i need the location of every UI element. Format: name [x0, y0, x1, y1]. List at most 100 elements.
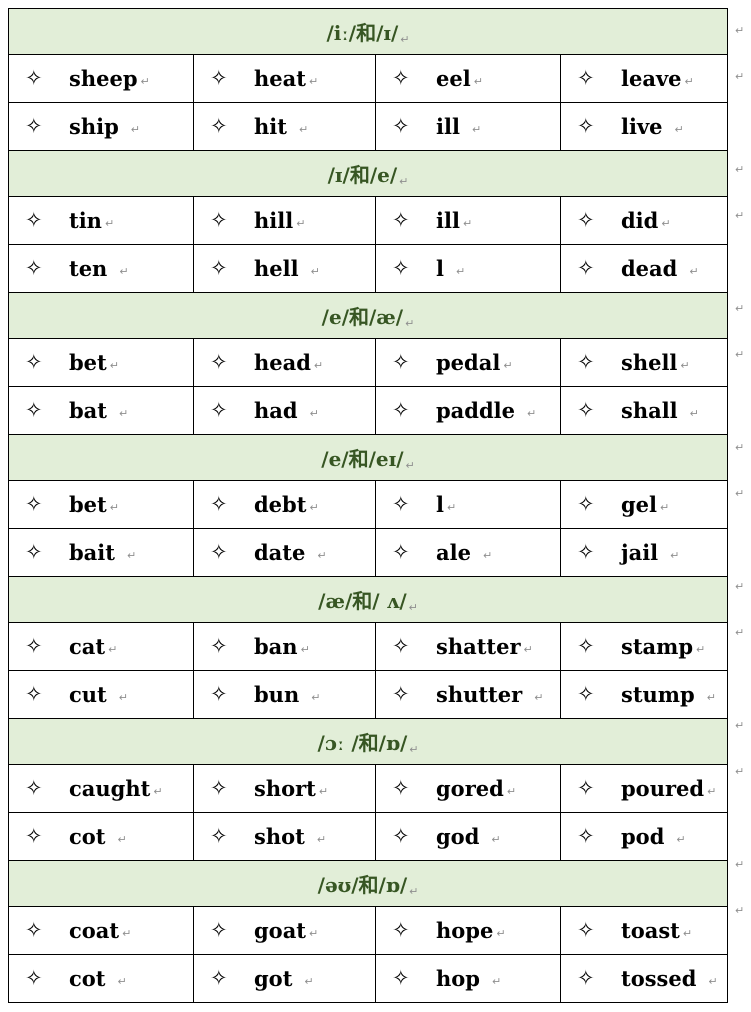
- paragraph-return-mark: ↵: [735, 24, 745, 37]
- word-cell-inner: ✧ dead ↵: [561, 245, 727, 292]
- word-cell[interactable]: ✧ did ↵: [559, 196, 729, 245]
- word-cell[interactable]: ✧ short ↵: [193, 764, 376, 813]
- word-label: l: [436, 492, 444, 517]
- word-cell[interactable]: ✧ ban ↵: [193, 622, 376, 671]
- return-mark: ↵: [527, 407, 537, 420]
- return-mark: ↵: [708, 975, 718, 988]
- four-pointed-star-bullet-icon: ✧: [25, 682, 43, 706]
- word-cell[interactable]: ✧ god ↵: [375, 812, 561, 861]
- word-cell[interactable]: ✧ pod ↵: [559, 812, 729, 861]
- word-cell[interactable]: ✧ bun ↵: [193, 670, 376, 719]
- word-cell-inner: ✧ got ↵: [194, 955, 375, 1002]
- word-cell[interactable]: ✧ bet ↵: [8, 338, 194, 387]
- word-cell[interactable]: ✧ ship ↵: [8, 102, 194, 151]
- return-mark: ↵: [109, 501, 119, 514]
- word-cell[interactable]: ✧ tossed ↵: [559, 954, 729, 1003]
- word-cell[interactable]: ✧ ill ↵: [375, 102, 561, 151]
- return-mark: ↵: [696, 643, 706, 656]
- word-cell[interactable]: ✧ cot ↵: [8, 812, 194, 861]
- word-cell[interactable]: ✧ got ↵: [193, 954, 376, 1003]
- word-cell[interactable]: ✧ shall ↵: [559, 386, 729, 435]
- section-header-cell: /əʊ/和/ɒ/↵: [7, 860, 729, 907]
- word-cell-inner: ✧ tin ↵: [9, 197, 193, 244]
- return-mark: ↵: [491, 833, 501, 846]
- word-cell[interactable]: ✧ stamp ↵: [559, 622, 729, 671]
- word-cell[interactable]: ✧ hell ↵: [193, 244, 376, 293]
- word-cell[interactable]: ✧ gel ↵: [559, 480, 729, 529]
- word-cell[interactable]: ✧ shell ↵: [559, 338, 729, 387]
- word-cell[interactable]: ✧ bat ↵: [8, 386, 194, 435]
- four-pointed-star-bullet-icon: ✧: [392, 776, 410, 800]
- word-label: coat: [69, 918, 120, 943]
- word-cell[interactable]: ✧ caught ↵: [8, 764, 194, 813]
- word-cell[interactable]: ✧ ill ↵: [375, 196, 561, 245]
- word-cell[interactable]: ✧ pedal ↵: [375, 338, 561, 387]
- word-cell[interactable]: ✧ cat ↵: [8, 622, 194, 671]
- return-mark: ↵: [689, 407, 699, 420]
- return-mark: ↵: [400, 33, 410, 46]
- word-cell[interactable]: ✧ leave ↵: [559, 54, 729, 103]
- word-cell[interactable]: ✧ ale ↵: [375, 528, 561, 577]
- word-cell[interactable]: ✧ cot ↵: [8, 954, 194, 1003]
- word-cell[interactable]: ✧ shutter ↵: [375, 670, 561, 719]
- return-mark: ↵: [506, 785, 517, 798]
- word-cell[interactable]: ✧ had ↵: [193, 386, 376, 435]
- return-mark: ↵: [313, 359, 324, 372]
- word-cell[interactable]: ✧ stump ↵: [559, 670, 729, 719]
- word-label: ale: [436, 540, 471, 565]
- word-cell-inner: ✧ ban ↵: [194, 623, 375, 670]
- paragraph-return-mark: ↵: [735, 904, 745, 917]
- four-pointed-star-bullet-icon: ✧: [25, 918, 43, 942]
- word-label: leave: [621, 66, 682, 91]
- return-mark: ↵: [503, 359, 513, 372]
- word-cell-inner: ✧ goat ↵: [194, 907, 375, 954]
- word-cell[interactable]: ✧ hill ↵: [193, 196, 376, 245]
- word-cell[interactable]: ✧ l ↵: [375, 480, 561, 529]
- word-cell[interactable]: ✧ head ↵: [193, 338, 376, 387]
- return-mark: ↵: [405, 317, 415, 330]
- word-cell[interactable]: ✧ dead ↵: [559, 244, 729, 293]
- word-cell[interactable]: ✧ paddle ↵: [375, 386, 561, 435]
- word-cell[interactable]: ✧ tin ↵: [8, 196, 194, 245]
- word-cell[interactable]: ✧ ten ↵: [8, 244, 194, 293]
- word-cell[interactable]: ✧ cut ↵: [8, 670, 194, 719]
- word-label: shutter: [436, 682, 523, 707]
- four-pointed-star-bullet-icon: ✧: [392, 208, 410, 232]
- word-cell[interactable]: ✧ sheep ↵: [8, 54, 194, 103]
- return-mark: ↵: [153, 785, 163, 798]
- word-label: paddle: [436, 398, 515, 423]
- word-label: bun: [254, 682, 300, 707]
- word-cell[interactable]: ✧ eel ↵: [375, 54, 561, 103]
- word-cell[interactable]: ✧ date ↵: [193, 528, 376, 577]
- four-pointed-star-bullet-icon: ✧: [577, 256, 595, 280]
- word-cell[interactable]: ✧ toast ↵: [559, 906, 729, 955]
- word-cell[interactable]: ✧ hop ↵: [375, 954, 561, 1003]
- word-cell-inner: ✧ tossed ↵: [561, 955, 727, 1002]
- word-cell-inner: ✧ god ↵: [376, 813, 560, 860]
- four-pointed-star-bullet-icon: ✧: [577, 114, 595, 138]
- word-cell-inner: ✧ shall ↵: [561, 387, 727, 434]
- word-cell[interactable]: ✧ heat ↵: [193, 54, 376, 103]
- return-mark: ↵: [661, 217, 671, 230]
- four-pointed-star-bullet-icon: ✧: [25, 398, 43, 422]
- paragraph-return-mark: ↵: [735, 302, 745, 315]
- word-cell[interactable]: ✧ shot ↵: [193, 812, 376, 861]
- word-cell[interactable]: ✧ poured ↵: [559, 764, 729, 813]
- word-cell[interactable]: ✧ debt ↵: [193, 480, 376, 529]
- word-cell-inner: ✧ hit ↵: [194, 103, 375, 150]
- four-pointed-star-bullet-icon: ✧: [210, 824, 228, 848]
- word-cell[interactable]: ✧ coat ↵: [8, 906, 194, 955]
- word-cell[interactable]: ✧ hope ↵: [375, 906, 561, 955]
- word-cell[interactable]: ✧ gored ↵: [375, 764, 561, 813]
- word-cell[interactable]: ✧ bet ↵: [8, 480, 194, 529]
- word-cell[interactable]: ✧ hit ↵: [193, 102, 376, 151]
- word-row: ✧ cut ↵ ✧ bun ↵ ✧ shutter ↵ ✧ stump ↵: [8, 670, 729, 719]
- word-cell[interactable]: ✧ shatter ↵: [375, 622, 561, 671]
- word-cell[interactable]: ✧ goat ↵: [193, 906, 376, 955]
- word-cell[interactable]: ✧ l ↵: [375, 244, 561, 293]
- word-label: tossed: [621, 966, 697, 991]
- word-cell[interactable]: ✧ jail ↵: [559, 528, 729, 577]
- word-cell[interactable]: ✧ bait ↵: [8, 528, 194, 577]
- word-cell-inner: ✧ eel ↵: [376, 55, 560, 102]
- word-cell[interactable]: ✧ live ↵: [559, 102, 729, 151]
